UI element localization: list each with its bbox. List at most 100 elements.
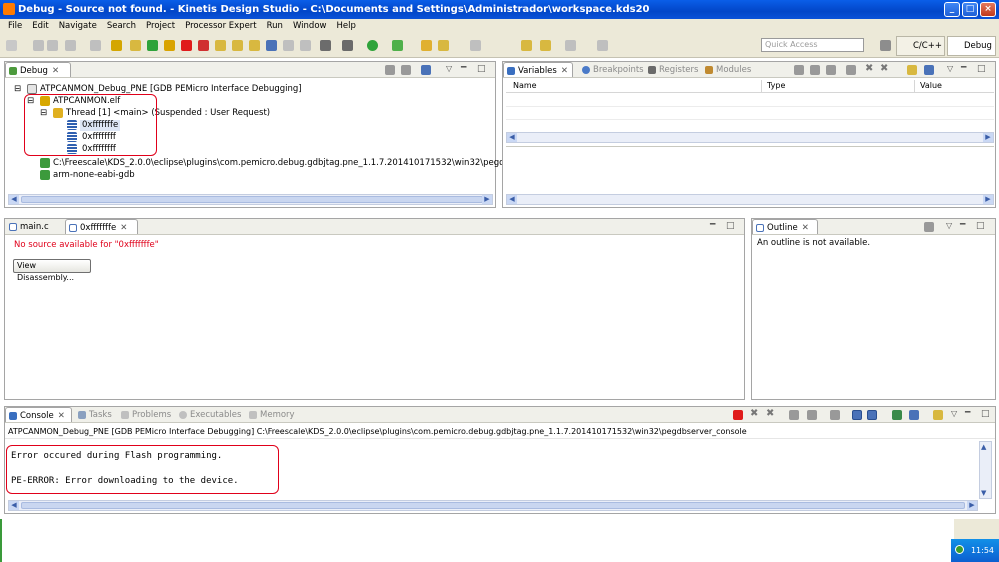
- close-icon[interactable]: ✕: [802, 223, 809, 233]
- print-icon[interactable]: [65, 40, 76, 51]
- menu-window[interactable]: Window: [288, 19, 332, 33]
- show-stdout-icon[interactable]: [852, 410, 862, 420]
- scroll-thumb[interactable]: [21, 196, 483, 203]
- display-console-icon[interactable]: [909, 410, 919, 420]
- remove-launch-icon[interactable]: ✖: [750, 408, 758, 419]
- filter-icon[interactable]: [924, 222, 934, 232]
- minimize-view-icon[interactable]: ━: [461, 63, 466, 73]
- skip-breakpoints-icon[interactable]: [130, 40, 141, 51]
- close-icon[interactable]: ✕: [561, 66, 568, 76]
- tab-executables[interactable]: Executables: [176, 407, 241, 422]
- back-icon[interactable]: [521, 40, 532, 51]
- tab-console[interactable]: Console ✕: [5, 407, 72, 422]
- tab-breakpoints[interactable]: Breakpoints: [579, 62, 644, 77]
- suspend-icon[interactable]: [164, 40, 175, 51]
- column-type[interactable]: Type: [767, 80, 785, 92]
- quick-access-input[interactable]: Quick Access: [761, 38, 864, 52]
- view-menu-icon[interactable]: ▽: [446, 64, 452, 73]
- connect-debug-icon[interactable]: [401, 65, 411, 75]
- maximize-view-icon[interactable]: □: [477, 64, 486, 74]
- column-name[interactable]: Name: [513, 80, 537, 92]
- tab-problems[interactable]: Problems: [118, 407, 171, 422]
- scroll-up-icon[interactable]: ▲: [981, 443, 986, 451]
- show-type-names-icon[interactable]: [794, 65, 804, 75]
- minimize-view-icon[interactable]: ━: [710, 220, 715, 230]
- debug-run-icon[interactable]: [392, 40, 403, 51]
- collapse-all-icon[interactable]: [826, 65, 836, 75]
- perspective-cpp-button[interactable]: C/C++: [896, 36, 945, 56]
- save-icon[interactable]: [33, 40, 44, 51]
- pin-console-icon[interactable]: [892, 410, 902, 420]
- scroll-left-icon[interactable]: ◀: [9, 195, 19, 204]
- next-icon[interactable]: [565, 40, 576, 51]
- open-console-icon[interactable]: [933, 410, 943, 420]
- annotation-icon[interactable]: [470, 40, 481, 51]
- scroll-thumb[interactable]: [21, 502, 965, 509]
- step-over-icon[interactable]: [232, 40, 243, 51]
- menu-edit[interactable]: Edit: [27, 19, 53, 33]
- vertical-scrollbar[interactable]: ▲ ▼: [979, 441, 992, 499]
- scroll-left-icon[interactable]: ◀: [507, 133, 517, 142]
- tree-item-gdb[interactable]: arm-none-eabi-gdb: [53, 170, 135, 181]
- resume-icon[interactable]: [147, 40, 158, 51]
- tab-tasks[interactable]: Tasks: [75, 407, 112, 422]
- maximize-view-icon[interactable]: □: [977, 64, 986, 74]
- instruction-step-icon[interactable]: [421, 65, 431, 75]
- maximize-view-icon[interactable]: □: [976, 221, 985, 231]
- pin-icon[interactable]: [597, 40, 608, 51]
- new-view-icon[interactable]: [907, 65, 917, 75]
- open-folder-icon[interactable]: [421, 40, 432, 51]
- tab-variables[interactable]: Variables ✕: [503, 62, 573, 77]
- view-menu-icon[interactable]: ▽: [951, 409, 957, 418]
- menu-search[interactable]: Search: [102, 19, 141, 33]
- clear-console-icon[interactable]: [789, 410, 799, 420]
- remove-terminated-icon[interactable]: [385, 65, 395, 75]
- column-value[interactable]: Value: [920, 80, 942, 92]
- tab-memory[interactable]: Memory: [246, 407, 295, 422]
- pin-view-icon[interactable]: [924, 65, 934, 75]
- disconnect-icon[interactable]: [198, 40, 209, 51]
- remove-all-icon[interactable]: ✖: [880, 63, 888, 74]
- new-icon[interactable]: [6, 40, 17, 51]
- show-stderr-icon[interactable]: [867, 410, 877, 420]
- minimize-view-icon[interactable]: ━: [960, 220, 965, 230]
- instruction-stepping-icon[interactable]: [266, 40, 277, 51]
- maximize-view-icon[interactable]: □: [726, 221, 735, 231]
- tab-registers[interactable]: Registers: [645, 62, 698, 77]
- horizontal-scrollbar[interactable]: ◀ ▶: [506, 194, 994, 205]
- run-icon[interactable]: [367, 40, 378, 51]
- scroll-right-icon[interactable]: ▶: [482, 195, 492, 204]
- tab-outline[interactable]: Outline ✕: [752, 219, 818, 234]
- save-all-icon[interactable]: [47, 40, 58, 51]
- scroll-left-icon[interactable]: ◀: [507, 195, 517, 204]
- remove-icon[interactable]: ✖: [865, 63, 873, 74]
- open-perspective-icon[interactable]: [880, 40, 891, 51]
- menu-project[interactable]: Project: [141, 19, 180, 33]
- clock-time[interactable]: 11:54: [971, 546, 994, 555]
- reset-icon[interactable]: [283, 40, 294, 51]
- word-wrap-icon[interactable]: [830, 410, 840, 420]
- view-disassembly-button[interactable]: View Disassembly...: [13, 259, 91, 282]
- menu-file[interactable]: File: [3, 19, 27, 33]
- forward-icon[interactable]: [540, 40, 551, 51]
- restart-icon[interactable]: [300, 40, 311, 51]
- perspective-debug-button[interactable]: Debug: [947, 36, 996, 56]
- build-icon[interactable]: [90, 40, 101, 51]
- tab-main-c[interactable]: main.c: [6, 219, 49, 234]
- remove-all-terminated-icon[interactable]: ✖: [766, 408, 774, 419]
- show-logical-structure-icon[interactable]: [810, 65, 820, 75]
- step-filter-icon[interactable]: [111, 40, 122, 51]
- terminate-icon[interactable]: [181, 40, 192, 51]
- add-expression-icon[interactable]: [846, 65, 856, 75]
- minimize-view-icon[interactable]: ━: [965, 408, 970, 418]
- tab-debug[interactable]: Debug ✕: [5, 62, 71, 77]
- terminate-icon[interactable]: [733, 410, 743, 420]
- horizontal-scrollbar[interactable]: ◀ ▶: [8, 500, 978, 511]
- scroll-right-icon[interactable]: ▶: [967, 501, 977, 510]
- menu-help[interactable]: Help: [331, 19, 360, 33]
- scroll-lock-icon[interactable]: [807, 410, 817, 420]
- close-icon[interactable]: ✕: [120, 223, 127, 233]
- minimize-button[interactable]: _: [944, 2, 960, 17]
- maximize-view-icon[interactable]: □: [981, 409, 990, 419]
- menu-processor-expert[interactable]: Processor Expert: [180, 19, 262, 33]
